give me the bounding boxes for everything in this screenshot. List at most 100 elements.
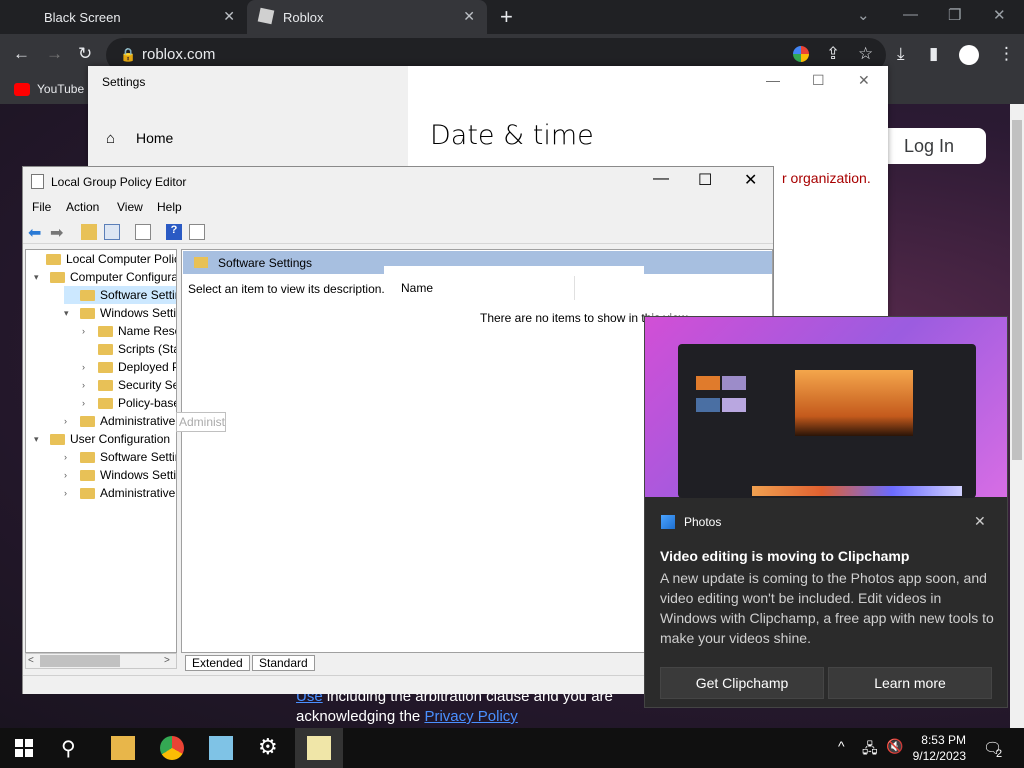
expand-right-icon[interactable]: › [64,470,74,480]
back-icon[interactable]: ← [13,44,30,64]
close-tab-icon[interactable]: ✕ [223,8,235,25]
file-explorer-icon[interactable] [111,736,135,760]
tree-node[interactable]: › Software Settings [64,448,176,466]
tree-node[interactable]: Scripts (Startu [82,340,176,358]
show-hidden-icons[interactable]: ^ [838,738,845,754]
column-header-name[interactable]: Name [401,281,433,295]
tab-search-icon[interactable]: ⌄ [857,6,870,24]
menu-file[interactable]: File [32,200,51,214]
tree-node[interactable]: ▾ User Configuration [34,430,170,448]
forward-icon[interactable]: → [46,44,63,64]
expand-right-icon[interactable]: › [64,452,74,462]
settings-gear-icon[interactable]: ⚙ [258,734,278,760]
toast-app-name: Photos [684,515,722,529]
sunset-preview-image [795,370,913,436]
volume-muted-icon[interactable]: 🔇 [886,738,903,755]
scroll-right-icon[interactable]: > [164,655,170,666]
reload-icon[interactable]: ↻ [78,44,92,64]
expand-right-icon[interactable]: › [82,380,92,390]
tree-node[interactable]: › Windows Setting [64,466,176,484]
tree-scroll-thumb[interactable] [40,655,120,667]
scroll-left-icon[interactable]: < [28,655,34,666]
folder-icon [98,343,113,355]
expand-right-icon[interactable]: › [64,416,74,426]
tree-node-label: Windows Setting [100,306,176,320]
settings-close-icon[interactable]: ✕ [858,72,870,89]
restore-icon[interactable]: ❐ [948,6,961,24]
expand-right-icon[interactable]: › [82,362,92,372]
tree-node[interactable]: › Deployed Prir [82,358,176,376]
browser-tab-roblox[interactable]: Roblox ✕ [247,0,487,34]
close-window-icon[interactable]: ✕ [993,6,1006,24]
tree-node[interactable]: › Policy-based [82,394,176,412]
minimize-icon[interactable]: — [903,6,918,23]
search-icon[interactable]: ⚲ [61,736,76,761]
download-icon[interactable]: ⤓ [897,44,905,64]
tree-node-label: Name Resolu [118,324,176,338]
get-clipchamp-button[interactable]: Get Clipchamp [660,667,824,699]
learn-more-button[interactable]: Learn more [828,667,992,699]
privacy-policy-link[interactable]: Privacy Policy [424,708,517,725]
help-icon[interactable]: ? [166,224,182,240]
tab-standard[interactable]: Standard [252,655,315,671]
tree-node[interactable]: › Name Resolu [82,322,176,340]
chrome-icon[interactable] [160,736,184,760]
login-button[interactable]: Log In [872,128,986,164]
bookmark-star-icon[interactable]: ☆ [858,44,873,64]
tree-node[interactable]: › Administrative Te [64,484,176,502]
network-icon[interactable]: 🖧 [862,738,878,762]
up-folder-icon[interactable] [81,224,97,240]
expand-down-icon[interactable]: ▾ [34,272,44,283]
settings-home-link[interactable]: Home [136,130,173,146]
column-separator[interactable] [574,276,575,300]
start-icon[interactable] [15,739,33,757]
expand-down-icon[interactable]: ▾ [64,308,74,319]
menu-help[interactable]: Help [157,200,182,214]
notepad-icon[interactable] [209,736,233,760]
menu-action[interactable]: Action [66,200,99,214]
google-lens-icon[interactable] [793,46,809,62]
expand-right-icon[interactable]: › [64,488,74,498]
folder-icon [80,487,95,499]
chrome-menu-icon[interactable]: ⋮ [998,44,1015,64]
tree-node[interactable]: › Administrative Te [64,412,176,430]
gpe-minimize-icon[interactable]: — [653,170,669,188]
back-arrow-icon[interactable]: ⬅ [28,223,41,243]
side-panel-icon[interactable]: ▮ [929,44,938,64]
tree-node[interactable]: Local Computer Policy [30,250,176,268]
bookmark-youtube[interactable]: YouTube [37,82,84,96]
properties-icon[interactable] [189,224,205,240]
group-policy-icon[interactable] [307,736,331,760]
folder-icon [50,433,65,445]
browser-tab-black-screen[interactable]: Black Screen ✕ [0,0,247,34]
expand-right-icon[interactable]: › [82,398,92,408]
expand-right-icon[interactable]: › [82,326,92,336]
gpe-close-icon[interactable]: ✕ [744,170,757,190]
settings-minimize-icon[interactable]: — [766,72,780,88]
tree-node-label: Local Computer Policy [66,252,176,266]
forward-arrow-icon[interactable]: ➡ [50,223,63,243]
tree-node[interactable]: Software Settings [64,286,176,304]
tree-node-label: Scripts (Startu [118,342,176,356]
lock-icon[interactable]: 🔒 [120,47,136,63]
expand-down-icon[interactable]: ▾ [34,434,44,445]
gpe-maximize-icon[interactable]: ☐ [698,170,712,190]
preview-timeline [752,486,962,496]
page-scroll-thumb[interactable] [1012,120,1022,460]
tree-node[interactable]: ▾ Computer Configura [34,268,176,286]
toast-close-icon[interactable]: ✕ [974,513,986,530]
settings-maximize-icon[interactable]: ☐ [812,72,825,89]
tree-node[interactable]: › Security Settir [82,376,176,394]
tree-node[interactable]: ▾ Windows Setting [64,304,176,322]
taskbar-clock[interactable]: 8:53 PM 9/12/2023 [912,732,966,764]
profile-avatar[interactable] [959,45,979,65]
folder-icon [98,379,113,391]
toast-body: A new update is coming to the Photos app… [660,570,994,646]
show-hide-tree-icon[interactable] [104,224,120,240]
export-list-icon[interactable] [135,224,151,240]
tab-extended[interactable]: Extended [185,655,250,671]
new-tab-icon[interactable]: + [500,4,513,30]
close-tab-icon[interactable]: ✕ [463,8,475,25]
share-icon[interactable]: ⇪ [826,44,840,64]
menu-view[interactable]: View [117,200,143,214]
